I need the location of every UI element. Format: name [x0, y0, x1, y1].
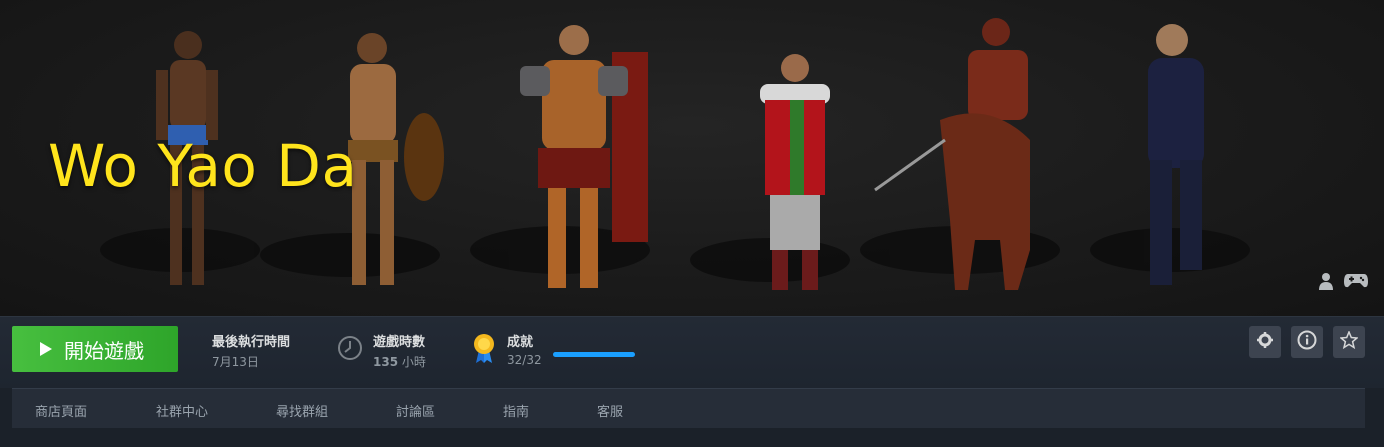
play-button[interactable]: 開始遊戲 — [12, 326, 178, 372]
controller-icon[interactable] — [1344, 272, 1368, 294]
nav-find-groups[interactable]: 尋找群組 — [276, 401, 328, 420]
nav-store-page[interactable]: 商店頁面 — [35, 401, 87, 420]
person-icon[interactable] — [1318, 272, 1334, 294]
playtime-stat: 遊戲時數 135 小時 — [373, 331, 426, 370]
game-subnav: 商店頁面 社群中心 尋找群組 討論區 指南 客服 — [12, 388, 1365, 428]
nav-guides[interactable]: 指南 — [503, 401, 529, 420]
achievements-title: 成就 — [507, 335, 534, 350]
achievements-progress-bar — [553, 352, 635, 357]
nav-community-hub[interactable]: 社群中心 — [156, 401, 208, 420]
hero-banner: Wo Yao Da — [0, 0, 1384, 316]
info-button[interactable] — [1291, 326, 1323, 358]
last-played-stat: 最後執行時間 7月13日 — [212, 331, 290, 370]
star-icon — [1339, 330, 1359, 353]
play-icon — [40, 342, 52, 356]
last-played-value: 7月13日 — [212, 355, 259, 369]
playtime-title: 遊戲時數 — [373, 335, 426, 350]
favorite-button[interactable] — [1333, 326, 1365, 358]
info-icon — [1297, 330, 1317, 354]
game-title-logo: Wo Yao Da — [48, 132, 358, 200]
settings-button[interactable] — [1249, 326, 1281, 358]
playtime-hours: 135 — [373, 355, 399, 369]
clock-icon — [337, 335, 363, 365]
nav-discussions[interactable]: 討論區 — [396, 401, 435, 420]
play-button-label: 開始遊戲 — [64, 338, 144, 363]
medal-icon — [471, 332, 497, 368]
last-played-title: 最後執行時間 — [212, 335, 291, 350]
achievements-progress-fill — [553, 352, 635, 357]
gear-icon — [1257, 332, 1273, 352]
game-action-bar: 開始遊戲 最後執行時間 7月13日 遊戲時數 135 小時 成就 32/32 — [0, 316, 1384, 388]
achievements-stat[interactable]: 成就 32/32 — [507, 331, 542, 367]
achievements-value: 32/32 — [507, 353, 542, 367]
nav-support[interactable]: 客服 — [597, 401, 623, 420]
playtime-unit: 小時 — [401, 355, 426, 369]
